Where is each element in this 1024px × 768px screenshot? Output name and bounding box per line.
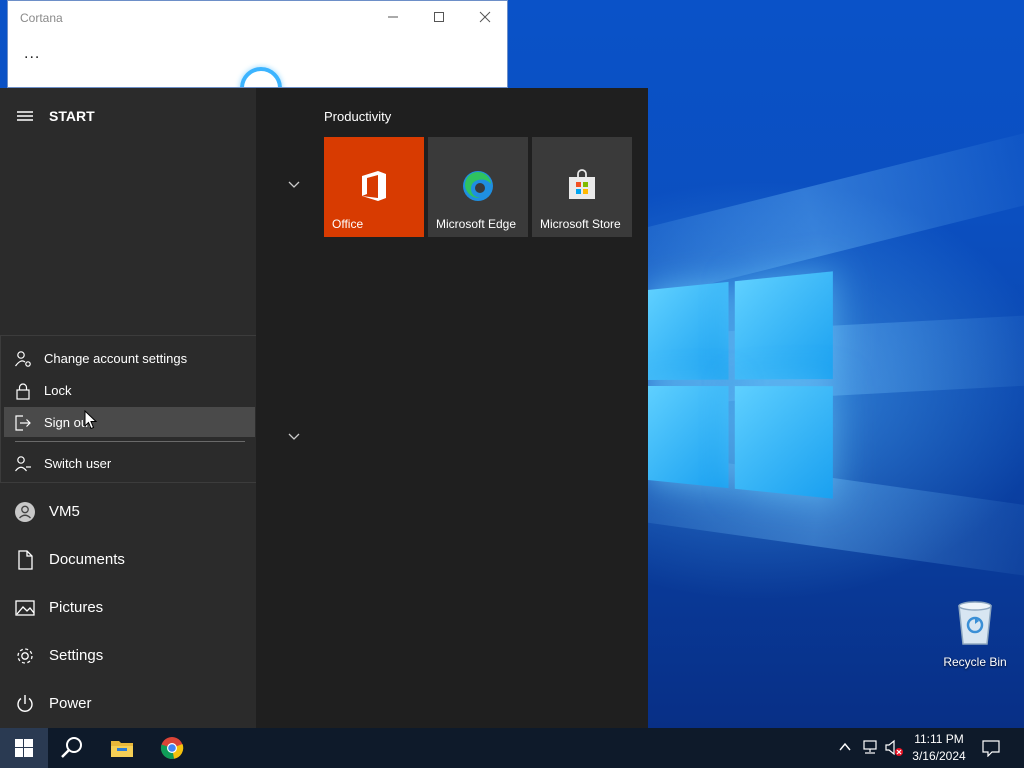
nav-label-power: Power	[49, 695, 92, 712]
collapse-chevron-icon[interactable]	[288, 430, 300, 444]
network-icon	[861, 739, 879, 755]
avatar-icon	[14, 501, 36, 523]
maximize-icon	[433, 11, 445, 23]
maximize-button[interactable]	[416, 5, 462, 31]
office-tile[interactable]: Office	[324, 137, 424, 237]
cortana-ring-icon	[240, 67, 282, 88]
clock-time[interactable]: 11:11 PM	[904, 732, 974, 746]
cortana-window[interactable]: Cortana ...	[7, 0, 508, 88]
file-explorer-button[interactable]	[98, 728, 146, 768]
network-status[interactable]	[861, 739, 879, 760]
volume-muted-icon	[884, 739, 904, 757]
nav-label-documents: Documents	[49, 551, 125, 568]
tile-label: Microsoft Store	[540, 217, 621, 231]
change-account-settings-item[interactable]: Change account settings	[4, 343, 255, 373]
nav-label-pictures: Pictures	[49, 599, 103, 616]
windows-logo-icon	[15, 739, 33, 757]
mouse-cursor-icon	[84, 410, 98, 430]
chrome-icon	[160, 736, 184, 760]
power-icon	[14, 693, 36, 715]
microsoft-edge-tile[interactable]: Microsoft Edge	[428, 137, 528, 237]
tile-group-title: Productivity	[324, 109, 391, 124]
flyout-divider	[15, 441, 245, 442]
nav-item-settings[interactable]: Settings	[0, 634, 256, 678]
lock-icon	[14, 382, 32, 400]
windows-logo-wallpaper	[648, 271, 833, 498]
collapse-chevron-icon[interactable]	[288, 178, 300, 192]
search-button[interactable]	[48, 728, 96, 768]
chevron-down-icon	[288, 433, 300, 441]
start-button[interactable]	[0, 728, 48, 768]
office-icon	[358, 169, 390, 203]
notification-icon	[982, 739, 1000, 757]
edge-icon	[462, 169, 494, 203]
hamburger-menu-icon[interactable]	[16, 108, 34, 124]
search-icon	[60, 736, 84, 760]
more-options-button[interactable]: ...	[24, 45, 40, 63]
cortana-title: Cortana	[20, 11, 63, 25]
recycle-bin-label: Recycle Bin	[938, 655, 1012, 669]
nav-item-power[interactable]: Power	[0, 682, 256, 726]
microsoft-store-tile[interactable]: Microsoft Store	[532, 137, 632, 237]
nav-item-documents[interactable]: Documents	[0, 538, 256, 582]
fly-label: Lock	[44, 383, 71, 398]
switch-user-icon	[14, 455, 32, 473]
nav-label-user: VM5	[49, 503, 80, 520]
fly-label: Change account settings	[44, 351, 187, 366]
fly-label: Switch user	[44, 456, 111, 471]
chevron-up-icon	[838, 741, 852, 753]
account-flyout: Change account settings Lock Sign out Sw…	[0, 335, 257, 483]
switch-user-item[interactable]: Switch user	[4, 448, 255, 478]
sign-out-icon	[14, 414, 32, 432]
tile-label: Office	[332, 217, 363, 231]
chevron-down-icon	[288, 181, 300, 189]
pictures-icon	[14, 597, 36, 619]
minimize-button[interactable]	[370, 5, 416, 31]
account-settings-icon	[14, 350, 32, 368]
lock-item[interactable]: Lock	[4, 375, 255, 405]
clock-date[interactable]: 3/16/2024	[904, 749, 974, 763]
minimize-icon	[387, 11, 399, 23]
document-icon	[14, 549, 36, 571]
gear-icon	[14, 645, 36, 667]
taskbar: 11:11 PM 3/16/2024	[0, 728, 1024, 768]
show-hidden-icons-button[interactable]	[838, 740, 852, 758]
recycle-bin-icon	[954, 600, 996, 646]
chrome-button[interactable]	[148, 728, 196, 768]
sign-out-item[interactable]: Sign out	[4, 407, 255, 437]
start-header[interactable]: START	[0, 104, 256, 128]
nav-item-pictures[interactable]: Pictures	[0, 586, 256, 630]
folder-icon	[110, 738, 134, 758]
recycle-bin[interactable]: Recycle Bin	[938, 600, 1012, 669]
volume-status[interactable]	[884, 739, 904, 762]
nav-label-settings: Settings	[49, 647, 103, 664]
action-center-button[interactable]	[982, 739, 1000, 762]
start-title: START	[49, 108, 95, 124]
store-icon	[566, 169, 598, 203]
nav-item-user[interactable]: VM5	[0, 490, 256, 534]
tile-label: Microsoft Edge	[436, 217, 516, 231]
close-icon	[479, 11, 491, 23]
close-button[interactable]	[462, 5, 508, 31]
